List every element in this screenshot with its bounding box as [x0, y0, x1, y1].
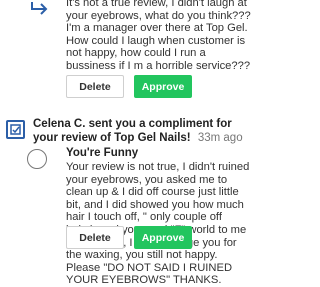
review-text: Your review is not true, I didn't ruined…: [66, 161, 250, 287]
notification-time: 33m ago: [197, 131, 243, 144]
review-text: It's not a true review, I didn't laugh a…: [66, 0, 251, 72]
approve-button[interactable]: Approve: [134, 226, 192, 249]
delete-button[interactable]: Delete: [66, 226, 124, 249]
user-avatar-icon: [27, 149, 47, 169]
review-actions: Delete Approve: [66, 75, 192, 98]
reviewer-name[interactable]: You're Funny: [66, 147, 138, 159]
notification-text: Celena C. sent you a compliment for your…: [33, 118, 255, 145]
business-avatar-icon: [6, 120, 25, 139]
reply-arrow-icon: [31, 2, 48, 15]
delete-button[interactable]: Delete: [66, 75, 124, 98]
approve-button[interactable]: Approve: [134, 75, 192, 98]
review-actions: Delete Approve: [66, 226, 192, 249]
